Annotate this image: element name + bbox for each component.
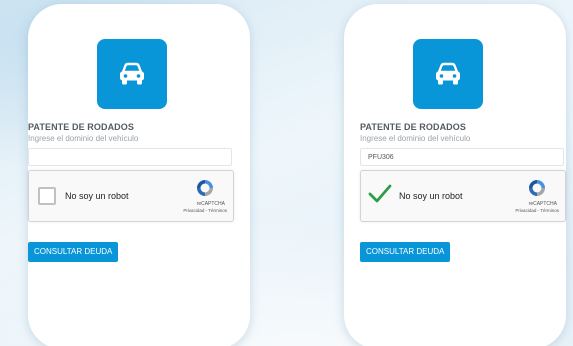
plate-form: PATENTE DE RODADOS Ingrese el dominio de… — [360, 4, 573, 346]
plate-input[interactable] — [28, 148, 232, 166]
consult-debt-button[interactable]: CONSULTAR DEUDA — [28, 242, 119, 262]
recaptcha-brand: reCAPTCHA — [196, 201, 225, 207]
recaptcha-widget: No soy un robot reCAPTCHA Privacidad - T… — [360, 170, 566, 222]
consult-debt-button[interactable]: CONSULTAR DEUDA — [360, 242, 451, 262]
recaptcha-logo-icon — [529, 180, 545, 196]
recaptcha-label: No soy un robot — [65, 191, 129, 201]
recaptcha-links[interactable]: Privacidad - Términos — [157, 208, 227, 213]
recaptcha-brand: reCAPTCHA — [528, 201, 557, 207]
recaptcha-links[interactable]: Privacidad - Términos — [489, 208, 559, 213]
recaptcha-label: No soy un robot — [399, 191, 463, 201]
form-title: PATENTE DE RODADOS — [360, 122, 466, 132]
vehicle-debt-card-empty: PATENTE DE RODADOS Ingrese el dominio de… — [28, 4, 250, 346]
plate-form: PATENTE DE RODADOS Ingrese el dominio de… — [28, 4, 250, 346]
form-subtitle: Ingrese el dominio del vehículo — [360, 134, 471, 143]
plate-input[interactable] — [360, 148, 564, 166]
recaptcha-logo-icon — [197, 180, 213, 196]
form-title: PATENTE DE RODADOS — [28, 122, 134, 132]
form-subtitle: Ingrese el dominio del vehículo — [28, 134, 139, 143]
vehicle-debt-card-filled: PATENTE DE RODADOS Ingrese el dominio de… — [344, 4, 566, 346]
recaptcha-checkbox[interactable] — [38, 187, 56, 205]
checkmark-icon[interactable] — [367, 183, 393, 205]
recaptcha-widget: No soy un robot reCAPTCHA Privacidad - T… — [28, 170, 234, 222]
